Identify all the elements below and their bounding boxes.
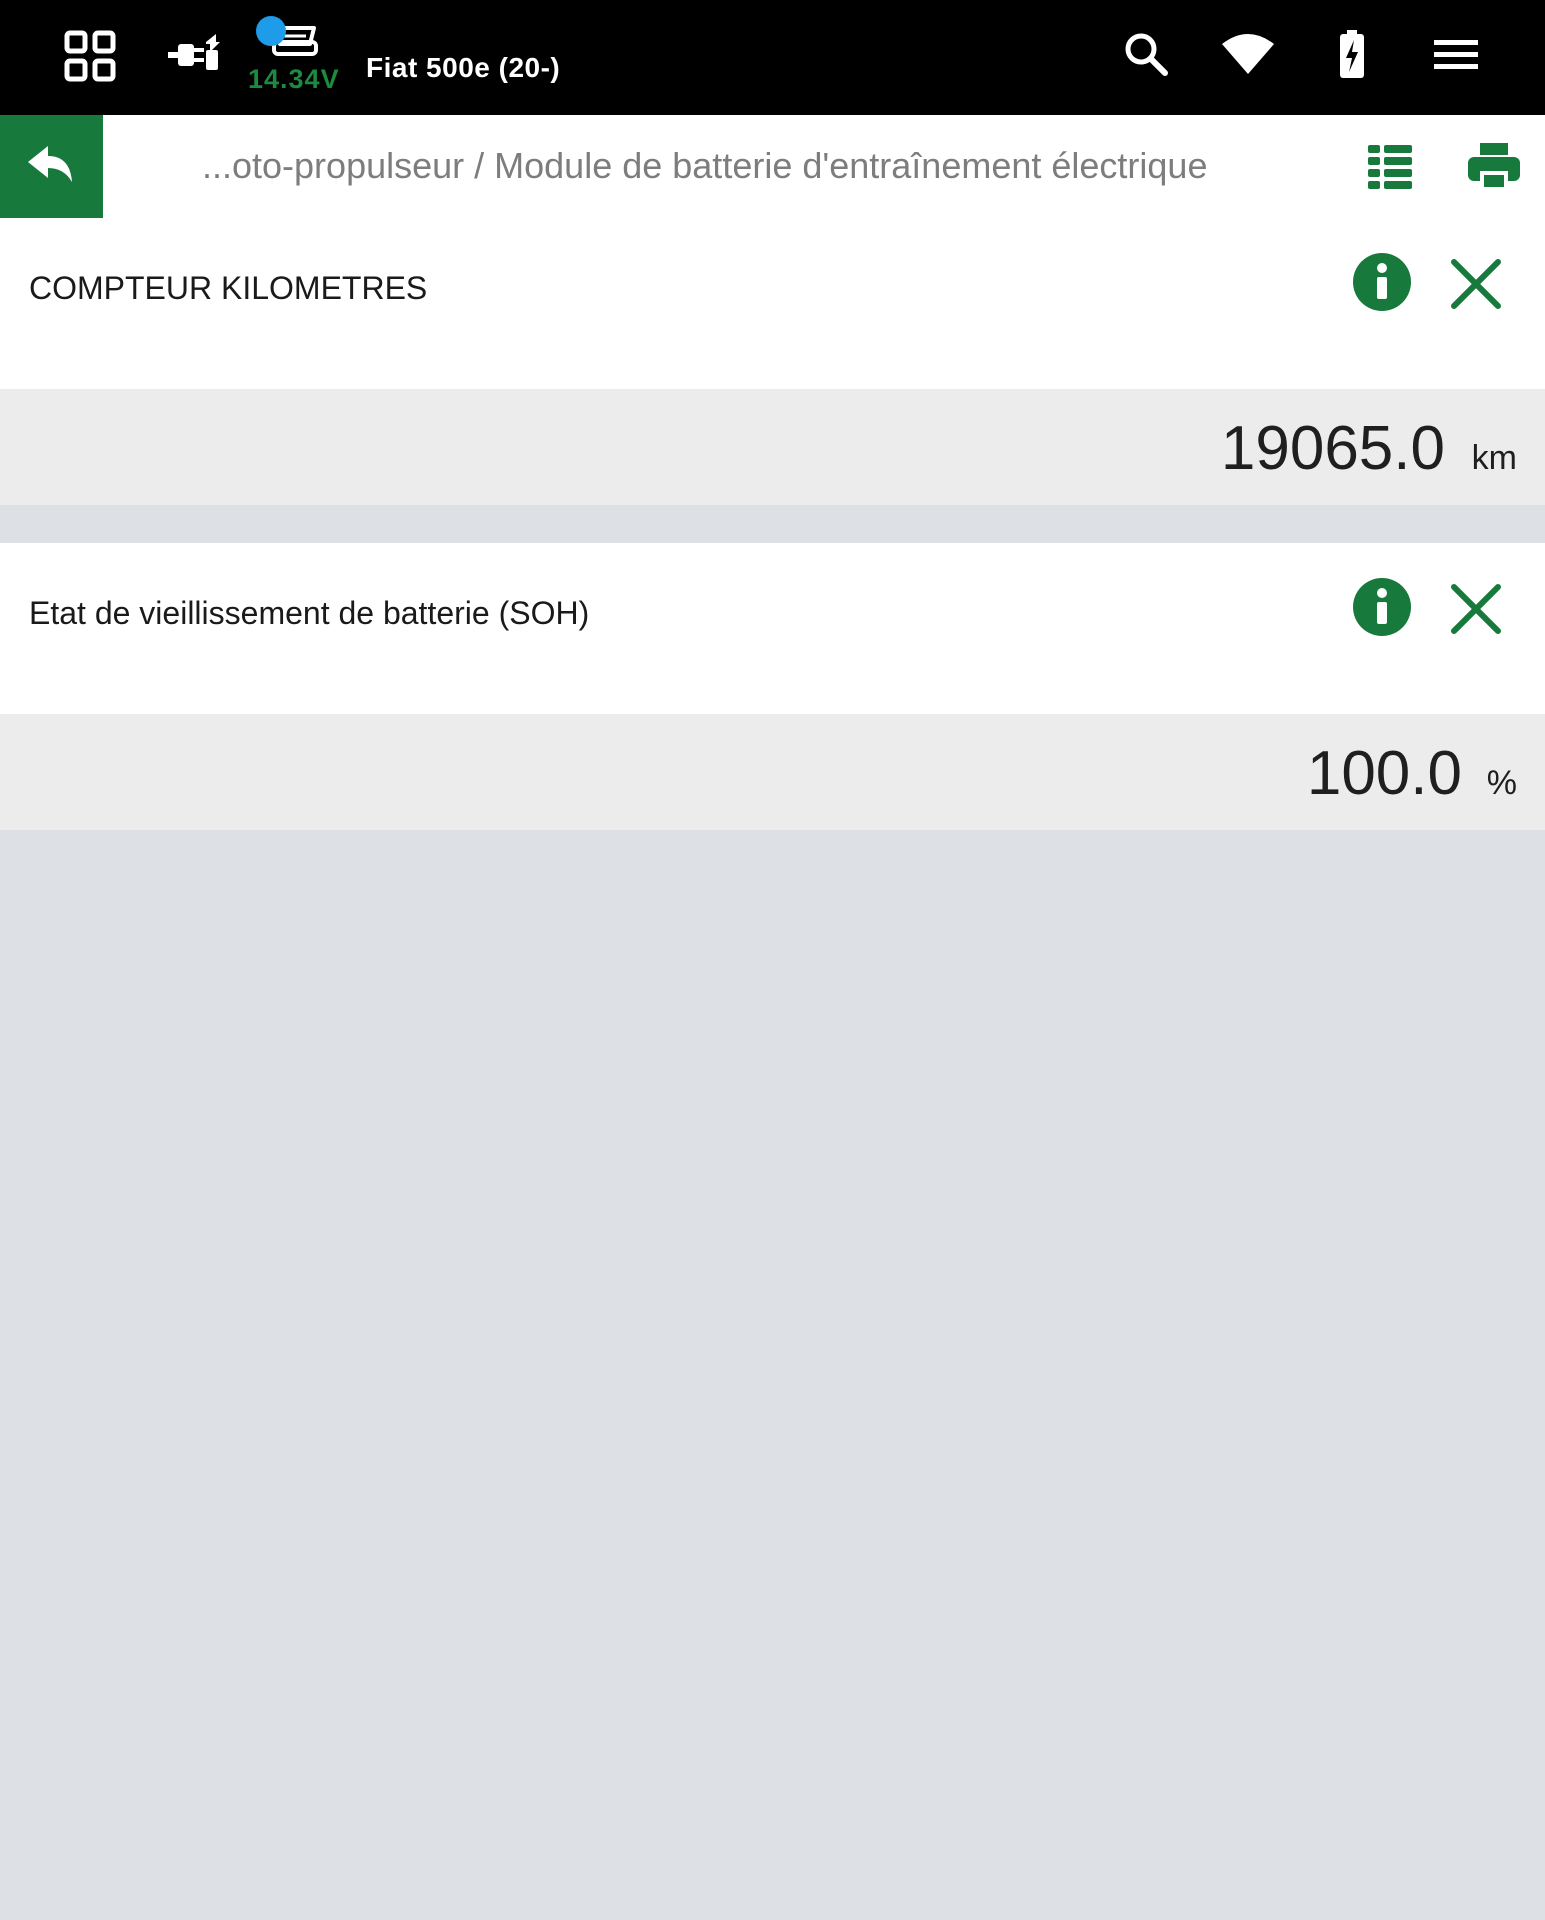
param-value-row-odometer: 19065.0 km bbox=[0, 389, 1545, 505]
top-app-bar: 14.34V Fiat 500e (20-) bbox=[0, 0, 1545, 115]
info-icon[interactable] bbox=[1352, 577, 1412, 637]
param-label: COMPTEUR KILOMETRES bbox=[29, 270, 428, 306]
battery-voltage: 14.34V bbox=[248, 64, 340, 94]
param-value-row-soh: 100.0 % bbox=[0, 714, 1545, 830]
list-view-icon bbox=[1368, 145, 1412, 189]
breadcrumb: ...oto-propulseur / Module de batterie d… bbox=[202, 145, 1208, 186]
connection-status-dot bbox=[256, 16, 286, 46]
param-card-soh: Etat de vieillissement de batterie (SOH) bbox=[0, 543, 1545, 714]
param-label: Etat de vieillissement de batterie (SOH) bbox=[29, 595, 590, 631]
info-icon[interactable] bbox=[1352, 252, 1412, 312]
menu-icon[interactable] bbox=[1434, 38, 1478, 72]
reply-back-icon bbox=[28, 146, 72, 182]
param-unit: % bbox=[1486, 764, 1517, 802]
plug-icon[interactable] bbox=[168, 30, 220, 78]
breadcrumb-bar: ...oto-propulseur / Module de batterie d… bbox=[0, 115, 1545, 218]
print-icon bbox=[1468, 143, 1520, 191]
param-unit: km bbox=[1471, 439, 1517, 477]
print-button[interactable] bbox=[1466, 139, 1522, 195]
param-card-odometer: COMPTEUR KILOMETRES bbox=[0, 218, 1545, 389]
wifi-icon bbox=[1222, 34, 1274, 74]
vehicle-name: Fiat 500e (20-) bbox=[366, 52, 561, 83]
param-value: 100.0 bbox=[1306, 739, 1462, 808]
search-icon[interactable] bbox=[1124, 32, 1168, 76]
grid-icon[interactable] bbox=[64, 30, 116, 82]
param-value: 19065.0 bbox=[1220, 414, 1445, 483]
battery-charging-icon bbox=[1340, 30, 1364, 78]
close-icon[interactable] bbox=[1446, 579, 1506, 639]
back-button[interactable] bbox=[0, 115, 103, 218]
close-icon[interactable] bbox=[1446, 254, 1506, 314]
list-view-button[interactable] bbox=[1362, 139, 1418, 195]
